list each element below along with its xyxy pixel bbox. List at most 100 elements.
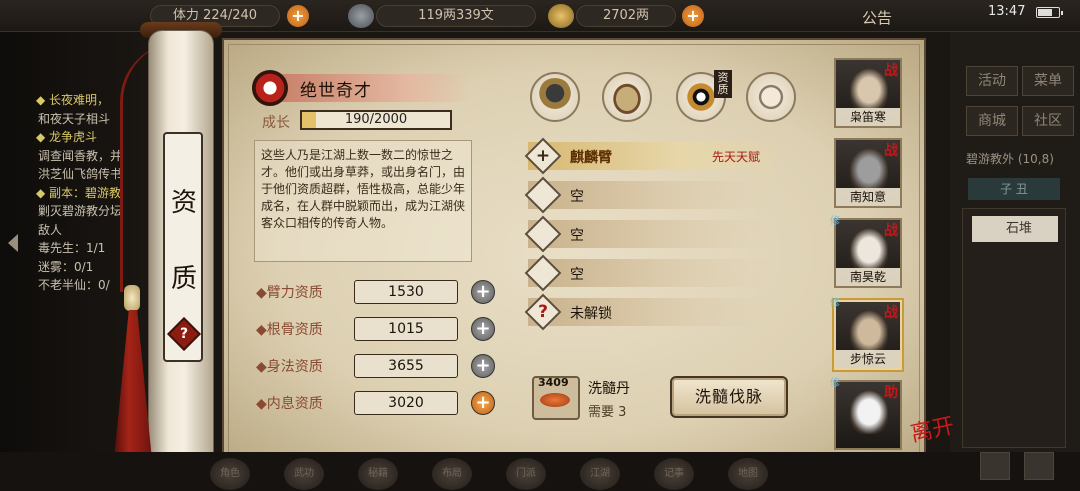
add-attribute-button[interactable]: + (471, 317, 495, 341)
hero-card[interactable]: 枭笛寒 战 (834, 58, 902, 128)
hero-cultivate-tag: 修 (830, 298, 840, 309)
quest-line: 不老半仙：0/ (38, 278, 110, 292)
wash-marrow-button[interactable]: 洗髓伐脉 (670, 376, 788, 418)
cloth-bundle-icon (608, 78, 646, 116)
notice-button[interactable]: 公告 (862, 7, 892, 28)
growth-value: 190/2000 (344, 112, 408, 127)
add-stamina-button[interactable]: + (287, 5, 309, 27)
shop-button[interactable]: 商城 (966, 106, 1018, 136)
straw-hat-hero-icon (536, 78, 574, 116)
attribute-value: 1530 (354, 280, 458, 304)
community-button[interactable]: 社区 (1022, 106, 1074, 136)
activity-button[interactable]: 活动 (966, 66, 1018, 96)
talent-slot[interactable] (528, 298, 774, 326)
bottom-nav-item[interactable]: 地图 (728, 458, 768, 490)
bottom-right-slot-1[interactable] (980, 452, 1010, 480)
status-clock: 13:47 (988, 4, 1026, 19)
talent-name: 空 (570, 267, 584, 283)
hero-portrait-icon (850, 228, 888, 272)
marrow-pill-icon (540, 393, 570, 407)
bottom-nav-item[interactable]: 秘籍 (358, 458, 398, 490)
hero-portrait-icon (850, 310, 888, 354)
attribute-value: 1015 (354, 317, 458, 341)
attribute-value: 3655 (354, 354, 458, 378)
martial-pose-icon (752, 78, 790, 116)
attribute-label: ◆内息资质 (256, 396, 323, 412)
gold-counter: 2702两 (576, 5, 676, 27)
pill-requirement: 需要 3 (588, 405, 627, 420)
attribute-row: ◆身法资质 3655 + (256, 354, 496, 378)
add-attribute-button[interactable]: + (471, 354, 495, 378)
hero-role-tag: 战 (884, 223, 898, 239)
tassel-bead (124, 285, 140, 311)
growth-bar: 190/2000 (300, 110, 452, 130)
location-label: 碧游教外 (10,8) (966, 152, 1054, 166)
attribute-value: 3020 (354, 391, 458, 415)
bottom-nav-item[interactable]: 记事 (654, 458, 694, 490)
bottom-nav-item[interactable]: 武功 (284, 458, 324, 490)
hero-cultivate-tag: 修 (830, 378, 840, 389)
hero-role-tag: 助 (884, 385, 898, 401)
quest-line: 调查闻香教，并 (38, 148, 123, 163)
bottom-nav-item[interactable]: 角色 (210, 458, 250, 490)
add-gold-button[interactable]: + (682, 5, 704, 27)
yin-yang-emblem-icon (252, 70, 288, 106)
time-tag: 子 丑 (968, 178, 1060, 200)
talent-name: 未解锁 (570, 306, 612, 322)
pill-count: 3409 (538, 376, 569, 389)
bottom-right-slot-2[interactable] (1024, 452, 1054, 480)
aptitude-title: 绝世奇才 (300, 81, 372, 101)
talent-slot[interactable] (528, 259, 774, 287)
quest-line: 和夜天子相斗 (38, 111, 111, 126)
talent-slot[interactable] (528, 181, 774, 209)
scroll-title-char-1: 资 (170, 188, 197, 218)
quest-line: ◆ 副本：碧游教 (36, 185, 122, 200)
menu-button[interactable]: 菜单 (1022, 66, 1074, 96)
hero-role-tag: 战 (884, 143, 898, 159)
aptitude-tab-tag: 资质 (714, 70, 732, 98)
silver-ingot-icon (348, 4, 374, 28)
quest-line: 毒先生：1/1 (38, 241, 106, 255)
silver-counter: 119两339文 (376, 5, 536, 27)
add-attribute-button[interactable]: + (471, 280, 495, 304)
bottom-nav-item[interactable]: 江湖 (580, 458, 620, 490)
hero-card[interactable]: 步惊云 战 (834, 300, 902, 370)
quest-line: ◆ 龙争虎斗 (36, 130, 98, 144)
growth-label: 成长 (262, 115, 290, 131)
talent-name: 空 (570, 189, 584, 205)
tab-martial-pose[interactable] (746, 72, 796, 122)
gold-ingot-icon (548, 4, 574, 28)
quest-line: 迷雾：0/1 (38, 259, 94, 274)
attribute-row: ◆根骨资质 1015 + (256, 317, 496, 341)
hero-portrait-icon (850, 68, 888, 112)
stone-pile-item[interactable]: 石堆 (972, 216, 1058, 242)
hero-cultivate-tag: 修 (830, 216, 840, 227)
attribute-row: ◆臂力资质 1530 + (256, 280, 496, 304)
hero-role-tag: 战 (884, 63, 898, 79)
quest-line: ◆ 长夜难明， (36, 93, 110, 107)
tab-cloth-bundle[interactable] (602, 72, 652, 122)
hero-name: 步惊云 (836, 350, 900, 368)
talent-type: 先天天赋 (712, 150, 761, 164)
hero-card[interactable]: 南知意 战 (834, 138, 902, 208)
bottom-nav-item[interactable]: 门派 (506, 458, 546, 490)
hero-card[interactable]: 助 (834, 380, 902, 450)
scroll-title-char-2: 质 (170, 264, 197, 294)
hero-card[interactable]: 南昊乾 战 (834, 218, 902, 288)
tab-straw-hat-hero[interactable] (530, 72, 580, 122)
attribute-label: ◆臂力资质 (256, 285, 323, 301)
talent-name: 空 (570, 228, 584, 244)
add-attribute-button[interactable]: + (471, 391, 495, 415)
hero-name: 南昊乾 (836, 268, 900, 286)
hero-portrait-icon (850, 148, 888, 192)
collapse-quest-arrow-icon[interactable] (8, 234, 18, 252)
help-icon: ? (179, 326, 189, 342)
quest-line: 敌人 (38, 222, 63, 237)
attribute-row: ◆内息资质 3020 + (256, 391, 496, 415)
locked-question-icon: ? (538, 302, 548, 322)
bottom-nav-item[interactable]: 布局 (432, 458, 472, 490)
talent-slot[interactable] (528, 220, 774, 248)
pill-name: 洗髓丹 (588, 381, 630, 397)
quest-line: 洪芝仙飞鸽传书 (38, 167, 123, 181)
hero-name: 枭笛寒 (836, 108, 900, 126)
